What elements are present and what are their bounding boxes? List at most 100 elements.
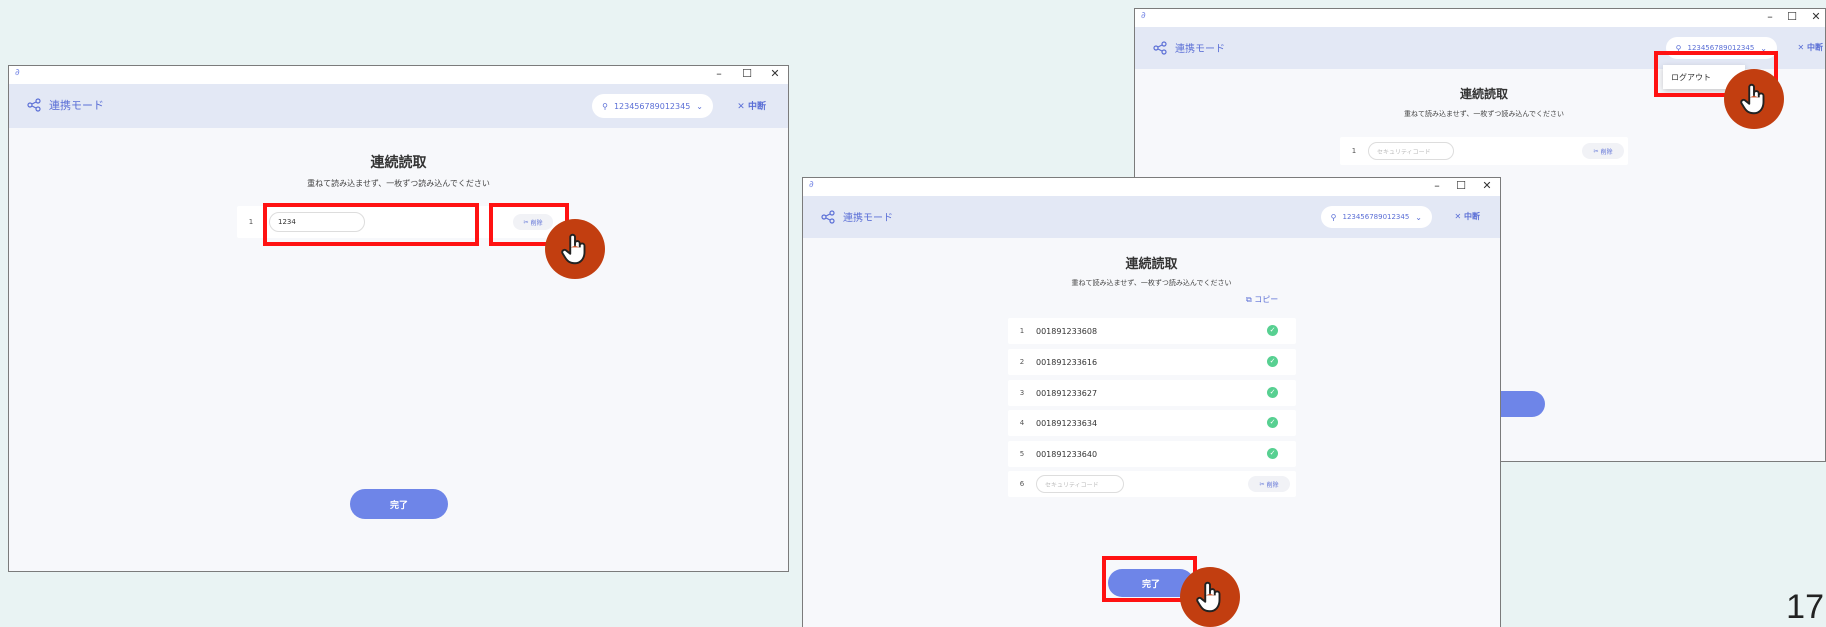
page-subtitle: 重ねて読み込ませず、一枚ずつ読み込んでください (307, 179, 490, 188)
page-title: 連続読取 (1125, 257, 1178, 272)
minimize-button[interactable]: – (1763, 10, 1777, 24)
mode-label: 連携モード (1175, 44, 1225, 55)
clear-label: 削除 (530, 219, 543, 227)
minimize-button[interactable]: – (712, 67, 726, 81)
app-logo-icon: ∂ (15, 68, 20, 78)
row-number: 4 (1019, 419, 1025, 427)
close-window-button[interactable]: ✕ (1809, 10, 1823, 24)
page-title: 連続読取 (370, 155, 427, 171)
mode-label: 連携モード (843, 213, 893, 224)
stop-label: 中断 (747, 102, 766, 112)
list-item: 1 001891233608 ✓ (1008, 318, 1296, 344)
share-icon (27, 98, 41, 112)
chevron-down-icon: ⌄ (1760, 43, 1767, 53)
close-icon: ✕ (1454, 212, 1464, 221)
list-item: 3 001891233627 ✓ (1008, 380, 1296, 406)
pointer-hand-icon (545, 219, 605, 279)
close-icon: ✕ (737, 102, 748, 112)
security-code-input[interactable]: セキュリティコード (1368, 142, 1454, 160)
logout-label: ログアウト (1671, 72, 1711, 82)
user-id: 123456789012345 (613, 101, 691, 111)
page-number: 17 (1786, 588, 1824, 626)
security-code-value: 1234 (278, 218, 296, 226)
list-item: 6 セキュリティコード ✂ 削除 (1008, 471, 1296, 497)
clear-button[interactable]: ✂ 削除 (1582, 143, 1624, 159)
code-value: 001891233634 (1036, 418, 1098, 428)
app-logo-icon: ∂ (1141, 11, 1146, 21)
check-icon: ✓ (1267, 356, 1278, 367)
user-icon: ⚲ (1675, 43, 1682, 53)
pointer-hand-icon (1724, 69, 1784, 129)
header: 連携モード ⚲ 123456789012345 ⌄ ✕ 中断 (9, 84, 788, 128)
close-window-button[interactable]: ✕ (1480, 179, 1494, 193)
list-item: 1 セキュリティコード ✂ 削除 (1340, 137, 1628, 165)
mode-indicator: 連携モード (821, 209, 893, 224)
maximize-button[interactable]: ☐ (1785, 10, 1799, 24)
code-value: 001891233608 (1036, 326, 1098, 336)
mode-indicator: 連携モード (1153, 40, 1225, 55)
scissors-icon: ✂ (523, 218, 529, 226)
check-icon: ✓ (1267, 325, 1278, 336)
user-menu-button[interactable]: ⚲ 123456789012345 ⌄ (1665, 37, 1777, 59)
close-window-button[interactable]: ✕ (768, 67, 782, 81)
chevron-down-icon: ⌄ (696, 101, 703, 111)
check-icon: ✓ (1267, 387, 1278, 398)
user-icon: ⚲ (602, 101, 608, 111)
mode-label: 連携モード (49, 99, 104, 112)
user-icon: ⚲ (1330, 212, 1337, 222)
row-number: 5 (1019, 450, 1025, 458)
row-number: 2 (1019, 358, 1025, 366)
maximize-button[interactable]: ☐ (740, 67, 754, 81)
app-window-1: ∂ – ☐ ✕ 連携モード ⚲ 123456789012345 ⌄ ✕ 中断 連… (8, 65, 789, 572)
pointer-hand-icon (1180, 567, 1240, 627)
header: 連携モード ⚲ 123456789012345 ⌄ ✕ 中断 (1135, 27, 1825, 69)
row-number: 1 (248, 218, 254, 226)
code-value: 001891233640 (1036, 449, 1098, 459)
app-window-2: ∂ – ☐ ✕ 連携モード ⚲ 123456789012345 ⌄ ✕ 中断 連… (802, 177, 1501, 627)
clear-button[interactable]: ✂ 削除 (1248, 476, 1290, 492)
header: 連携モード ⚲ 123456789012345 ⌄ ✕ 中断 (803, 196, 1500, 238)
share-icon (821, 209, 835, 224)
code-value: 001891233627 (1036, 388, 1098, 398)
close-icon: ✕ (1797, 43, 1807, 52)
stop-button[interactable]: ✕ 中断 (737, 99, 766, 112)
page-subtitle: 重ねて読み込ませず、一枚ずつ読み込んでください (1071, 279, 1232, 287)
title-bar: ∂ – ☐ ✕ (1135, 9, 1825, 27)
done-button[interactable]: 完了 (350, 489, 448, 519)
security-code-input[interactable]: セキュリティコード (1036, 475, 1124, 493)
title-bar: ∂ – ☐ ✕ (803, 178, 1500, 196)
security-code-placeholder: セキュリティコード (1377, 148, 1431, 156)
list-item: 2 001891233616 ✓ (1008, 349, 1296, 375)
stop-button[interactable]: ✕ 中断 (1798, 42, 1824, 53)
title-bar: ∂ – ☐ ✕ (9, 66, 788, 84)
code-value: 001891233616 (1036, 357, 1098, 367)
app-logo-icon: ∂ (809, 180, 814, 190)
list-item: 1 1234 ✂ 削除 (237, 206, 567, 238)
user-menu-button[interactable]: ⚲ 123456789012345 ⌄ (592, 94, 713, 118)
user-menu-button[interactable]: ⚲ 123456789012345 ⌄ (1320, 206, 1432, 228)
row-number: 1 (1019, 327, 1025, 335)
copy-button[interactable]: ⧉ コピー (1246, 294, 1278, 305)
stop-button[interactable]: ✕ 中断 (1455, 211, 1481, 222)
stop-label: 中断 (1807, 43, 1823, 52)
check-icon: ✓ (1267, 417, 1278, 428)
copy-label: コピー (1254, 295, 1279, 304)
clear-label: 削除 (1266, 481, 1279, 489)
stop-label: 中断 (1464, 212, 1480, 221)
check-icon: ✓ (1267, 448, 1278, 459)
scissors-icon: ✂ (1259, 480, 1265, 488)
row-number: 1 (1351, 147, 1357, 155)
list-item: 5 001891233640 ✓ (1008, 441, 1296, 467)
mode-indicator: 連携モード (27, 97, 104, 113)
maximize-button[interactable]: ☐ (1454, 179, 1468, 193)
list-item: 4 001891233634 ✓ (1008, 410, 1296, 436)
page-subtitle: 重ねて読み込ませず、一枚ずつ読み込んでください (1404, 110, 1564, 118)
scissors-icon: ✂ (1593, 147, 1599, 155)
clear-button[interactable]: ✂ 削除 (513, 214, 553, 230)
share-icon (1153, 40, 1167, 55)
minimize-button[interactable]: – (1430, 179, 1444, 193)
user-id: 123456789012345 (1342, 213, 1410, 221)
chevron-down-icon: ⌄ (1415, 212, 1422, 222)
security-code-placeholder: セキュリティコード (1045, 481, 1099, 489)
security-code-input[interactable]: 1234 (269, 212, 365, 232)
